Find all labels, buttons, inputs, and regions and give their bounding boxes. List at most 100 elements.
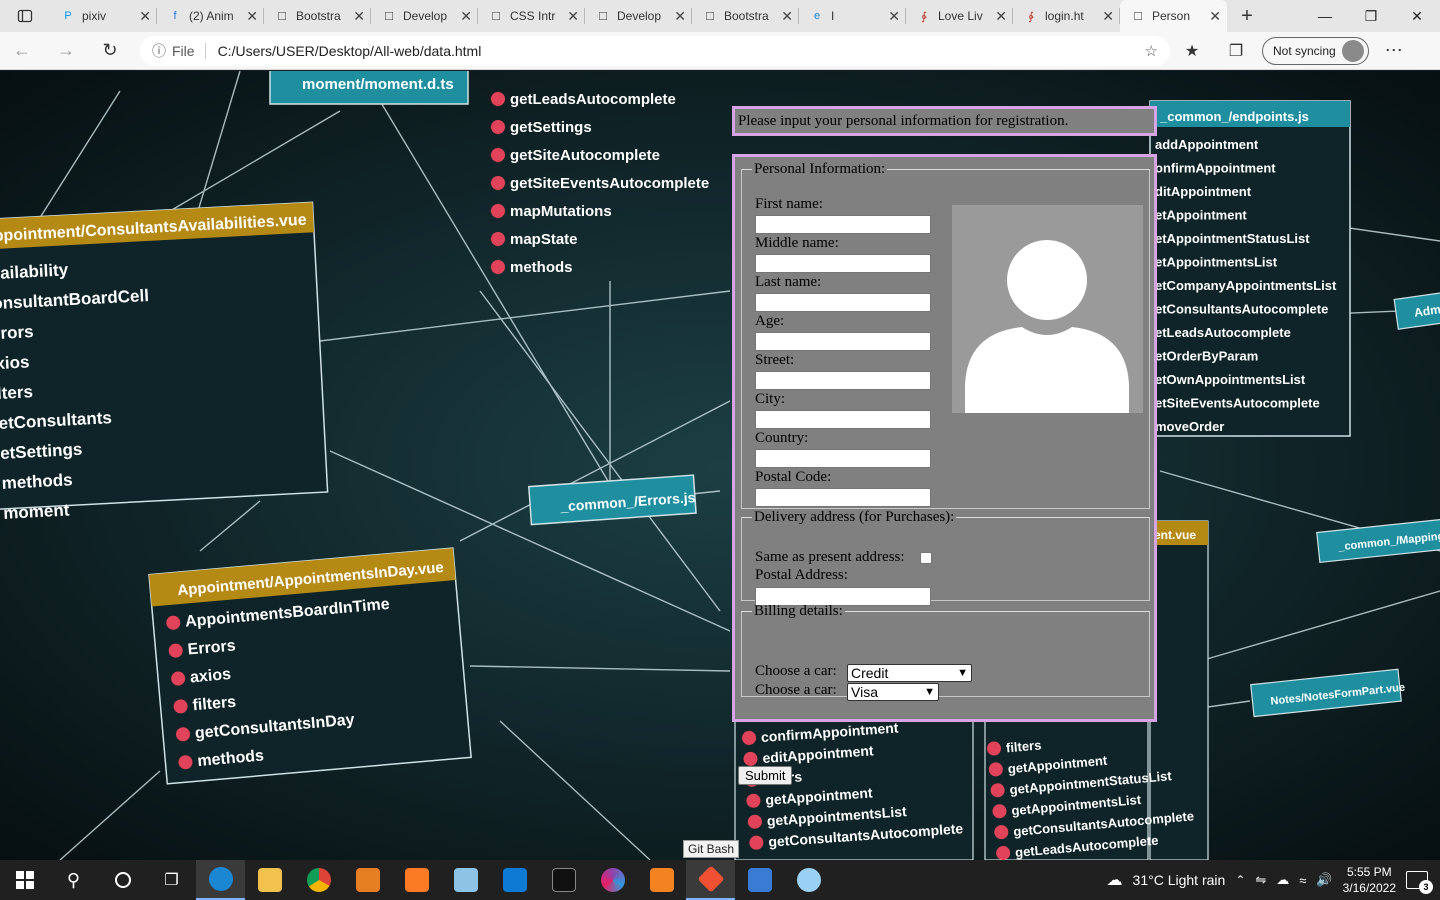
close-icon[interactable]: ✕ — [567, 8, 579, 25]
address-bar[interactable]: ⓘ File C:/Users/USER/Desktop/All-web/dat… — [140, 35, 1170, 66]
info-icon[interactable]: ⓘ — [152, 41, 166, 61]
onedrive-icon[interactable]: ☁ — [1276, 872, 1289, 888]
text-input[interactable] — [755, 332, 931, 351]
browser-tab[interactable]: e I ✕ — [799, 0, 906, 32]
new-tab-button[interactable]: + — [1227, 0, 1267, 32]
start-button[interactable] — [0, 860, 49, 900]
taskbar-terminal[interactable] — [539, 860, 588, 900]
minimize-button[interactable]: — — [1302, 0, 1348, 32]
left-list-item: xios — [0, 352, 30, 373]
collections-icon: ❐ — [1228, 42, 1244, 60]
text-input[interactable] — [755, 215, 931, 234]
browser-tab[interactable]: Ppixiv ✕ — [50, 0, 157, 32]
payment-type-value: Credit — [851, 665, 889, 681]
tab-label: CSS Intr — [510, 9, 556, 23]
terminal-icon — [551, 868, 576, 892]
taskbar-vscode[interactable] — [490, 860, 539, 900]
text-input[interactable] — [755, 449, 931, 468]
browser-tab[interactable]: ☐ Develop ✕ — [371, 0, 478, 32]
close-icon[interactable]: ✕ — [246, 8, 258, 25]
collections-button[interactable]: ❐ — [1214, 41, 1258, 61]
network-icon[interactable]: ⇋ — [1255, 872, 1266, 888]
search-button[interactable]: ⚲ — [49, 860, 98, 900]
restore-button[interactable]: ❐ — [1348, 0, 1394, 32]
browser-tab[interactable]: ☐ Develop ✕ — [585, 0, 692, 32]
weather-text[interactable]: 31°C Light rain — [1133, 872, 1226, 888]
tab-actions-button[interactable] — [0, 0, 50, 32]
tab-strip: Ppixiv ✕ f (2) Anim ✕ ☐ Bootstra ✕ ☐ Develop ✕ ☐ CSS… — [0, 0, 1440, 32]
close-icon[interactable]: ✕ — [781, 8, 793, 25]
card-type-select[interactable]: Visa ▼ — [847, 683, 939, 701]
bullet-icon — [491, 260, 505, 274]
left-list-item: methods — [1, 470, 73, 493]
text-input[interactable] — [755, 254, 931, 273]
task-view-button[interactable]: ❐ — [147, 860, 196, 900]
close-icon[interactable]: ✕ — [460, 8, 472, 25]
refresh-button[interactable]: ↻ — [88, 40, 132, 61]
profile-button[interactable]: Not syncing — [1262, 36, 1369, 65]
close-icon[interactable]: ✕ — [674, 8, 686, 25]
taskbar-explorer[interactable] — [245, 860, 294, 900]
tab-label: I — [831, 9, 835, 23]
cortana-icon — [114, 872, 131, 888]
browser-tab[interactable]: ☐ Person ✕ — [1120, 0, 1227, 32]
taskbar-edge[interactable] — [196, 860, 245, 900]
right-list-item: etOwnAppointmentsList — [1155, 372, 1306, 387]
field-label: Street: — [755, 352, 795, 368]
page-icon: ☐ — [705, 10, 715, 23]
close-window-button[interactable]: ✕ — [1394, 0, 1440, 32]
browser-tab[interactable]: ∳ login.ht ✕ — [1013, 0, 1120, 32]
field-label: Country: — [755, 430, 809, 446]
pdf-icon: ∳ — [1028, 10, 1034, 23]
taskbar-photos[interactable] — [735, 860, 784, 900]
add-favorite-icon[interactable]: ☆ — [1145, 42, 1158, 60]
text-input[interactable] — [755, 488, 931, 507]
page-icon: ☐ — [598, 10, 608, 23]
text-input[interactable] — [755, 293, 931, 312]
favorites-button[interactable]: ★ — [1170, 41, 1214, 61]
chrome-icon — [306, 868, 331, 892]
close-icon[interactable]: ✕ — [353, 8, 365, 25]
back-button[interactable]: ← — [0, 40, 44, 61]
url-text[interactable]: C:/Users/USER/Desktop/All-web/data.html — [218, 43, 1145, 59]
intro-banner: Please input your personal information f… — [732, 106, 1157, 136]
right-list-item: etAppointmentsList — [1155, 255, 1278, 270]
clock[interactable]: 5:55 PM 3/16/2022 — [1343, 864, 1396, 896]
notepad-icon — [453, 868, 478, 892]
volume-icon[interactable]: 🔊 — [1316, 872, 1332, 888]
settings-menu-button[interactable]: ⋯ — [1369, 40, 1419, 61]
close-icon[interactable]: ✕ — [139, 8, 151, 25]
payment-type-select[interactable]: Credit ▼ — [847, 664, 972, 682]
text-input[interactable] — [755, 410, 931, 429]
taskbar-app-colorful[interactable] — [588, 860, 637, 900]
submit-button[interactable]: Submit — [738, 766, 793, 785]
forward-button[interactable]: → — [44, 40, 88, 61]
taskbar-media[interactable] — [343, 860, 392, 900]
taskbar-app-extra[interactable] — [784, 860, 833, 900]
browser-tab[interactable]: ☐ Bootstra ✕ — [264, 0, 371, 32]
close-icon[interactable]: ✕ — [1102, 8, 1114, 25]
text-input[interactable] — [755, 371, 931, 390]
close-icon[interactable]: ✕ — [1209, 8, 1221, 25]
right-list-item: addAppointment — [1155, 137, 1259, 152]
browser-tab[interactable]: ☐ Bootstra ✕ — [692, 0, 799, 32]
same-address-checkbox[interactable] — [920, 552, 932, 564]
left-list-item: rrors — [0, 322, 34, 343]
top-list-item: mapMutations — [510, 203, 612, 220]
background-diagram: moment/moment.d.ts getLeadsAutocomplete g… — [0, 71, 1440, 860]
browser-tab[interactable]: f (2) Anim ✕ — [157, 0, 264, 32]
taskbar-notepad[interactable] — [441, 860, 490, 900]
notification-center-button[interactable]: 3 — [1406, 871, 1433, 894]
browser-tab[interactable]: ∳ Love Liv ✕ — [906, 0, 1013, 32]
wifi-icon[interactable]: ≈ — [1299, 873, 1306, 888]
taskbar-git[interactable] — [686, 860, 735, 900]
cortana-button[interactable] — [98, 860, 147, 900]
taskbar-chrome[interactable] — [294, 860, 343, 900]
browser-tab[interactable]: ☐ CSS Intr ✕ — [478, 0, 585, 32]
close-icon[interactable]: ✕ — [995, 8, 1007, 25]
chevron-up-icon[interactable]: ⌃ — [1235, 873, 1245, 887]
close-icon[interactable]: ✕ — [888, 8, 900, 25]
taskbar-sublime[interactable] — [637, 860, 686, 900]
taskbar-xampp[interactable] — [392, 860, 441, 900]
git-bash-tooltip: Git Bash — [683, 840, 740, 858]
